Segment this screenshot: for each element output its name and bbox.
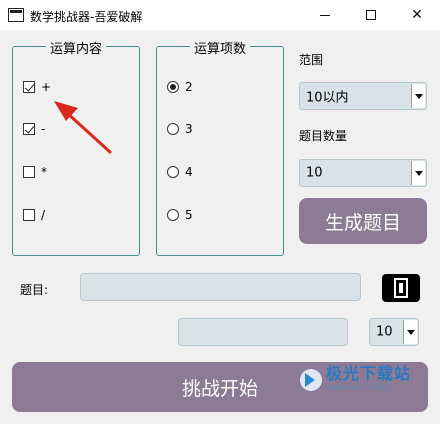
- operands-3-label: 3: [185, 122, 193, 136]
- question-label: 题目:: [20, 283, 49, 297]
- operands-group: 运算项数 2 3 4 5: [156, 42, 284, 256]
- close-button[interactable]: ✕: [394, 0, 440, 30]
- checkbox-checked-icon[interactable]: [23, 123, 35, 135]
- watermark-url: www.xz7.com: [326, 383, 388, 393]
- answer-input[interactable]: [178, 318, 348, 346]
- close-icon: ✕: [411, 7, 423, 23]
- op-plus-checkbox[interactable]: +: [23, 80, 51, 94]
- count-select-value: 10: [306, 165, 323, 181]
- range-label: 范围: [299, 53, 324, 67]
- checkbox-unchecked-icon[interactable]: [23, 209, 35, 221]
- watermark-brand: 极光下载站: [326, 364, 412, 383]
- window-title: 数学挑战器-吾爱破解: [30, 10, 143, 24]
- title-bar: 数学挑战器-吾爱破解 ✕: [0, 0, 440, 30]
- chevron-down-icon[interactable]: [411, 84, 425, 108]
- operands-group-title: 运算项数: [189, 42, 250, 57]
- operands-5-radio[interactable]: 5: [167, 208, 193, 222]
- operands-4-label: 4: [185, 165, 193, 179]
- minimize-button[interactable]: [302, 0, 348, 30]
- count-label: 题目数量: [299, 129, 348, 143]
- question-display: [80, 273, 361, 301]
- radio-unselected-icon[interactable]: [167, 123, 179, 135]
- radio-unselected-icon[interactable]: [167, 209, 179, 221]
- maximize-button[interactable]: [348, 0, 394, 30]
- op-minus-checkbox[interactable]: -: [23, 122, 45, 136]
- toggle-button[interactable]: [382, 274, 420, 302]
- range-select[interactable]: 10以内: [299, 82, 427, 110]
- radio-unselected-icon[interactable]: [167, 166, 179, 178]
- operands-4-radio[interactable]: 4: [167, 165, 193, 179]
- count-select[interactable]: 10: [299, 159, 427, 187]
- maximize-icon: [366, 10, 376, 20]
- op-divide-label: /: [41, 208, 46, 222]
- op-divide-checkbox[interactable]: /: [23, 208, 45, 222]
- watermark-logo-icon: [300, 368, 322, 391]
- operations-group: 运算内容 + - * /: [12, 42, 140, 256]
- minimize-icon: [320, 14, 330, 16]
- timer-select[interactable]: 10: [369, 318, 419, 346]
- chevron-down-icon[interactable]: [411, 161, 425, 185]
- operands-2-radio[interactable]: 2: [167, 80, 193, 94]
- operands-5-label: 5: [185, 208, 193, 222]
- op-multiply-label: *: [41, 165, 47, 179]
- op-minus-label: -: [41, 122, 46, 136]
- chevron-down-icon[interactable]: [403, 320, 417, 344]
- op-multiply-checkbox[interactable]: *: [23, 165, 47, 179]
- timer-select-value: 10: [376, 324, 393, 340]
- operations-group-title: 运算内容: [45, 42, 106, 57]
- generate-button[interactable]: 生成题目: [299, 198, 427, 244]
- operands-3-radio[interactable]: 3: [167, 122, 193, 136]
- operands-2-label: 2: [185, 80, 193, 94]
- range-select-value: 10以内: [306, 90, 349, 106]
- watermark: 极光下载站 www.xz7.com: [300, 366, 411, 393]
- toggle-icon: [394, 278, 408, 298]
- checkbox-unchecked-icon[interactable]: [23, 166, 35, 178]
- app-icon: [8, 8, 24, 22]
- checkbox-checked-icon[interactable]: [23, 81, 35, 93]
- op-plus-label: +: [41, 80, 52, 94]
- radio-selected-icon[interactable]: [167, 81, 179, 93]
